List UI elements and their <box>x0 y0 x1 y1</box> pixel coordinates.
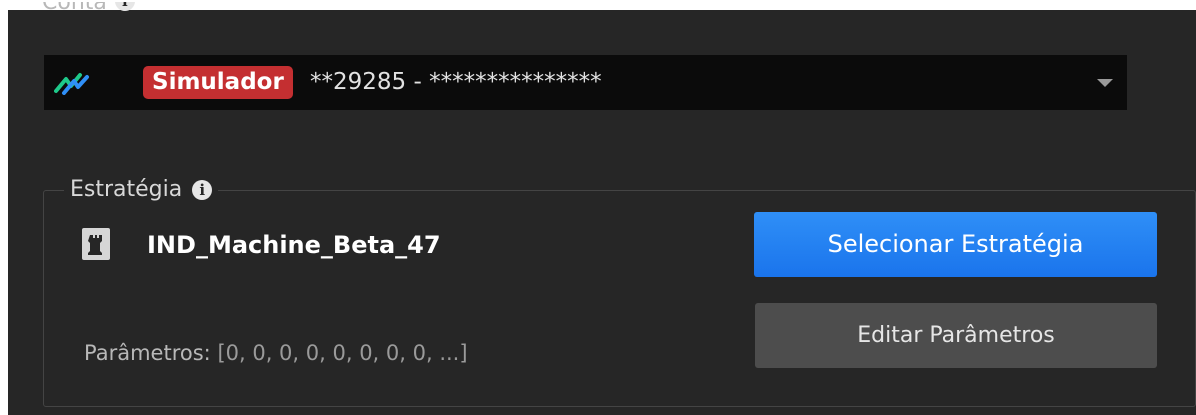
parameters-value: [0, 0, 0, 0, 0, 0, 0, 0, ...] <box>217 341 468 365</box>
strategy-group-legend: Estratégia i <box>64 174 219 206</box>
rook-icon <box>82 228 110 260</box>
chevron-down-icon[interactable] <box>1097 79 1113 87</box>
edit-parameters-button[interactable]: Editar Parâmetros <box>755 303 1157 368</box>
account-select[interactable]: Simulador **29285 - *************** <box>44 55 1127 110</box>
info-icon[interactable]: i <box>192 180 213 200</box>
select-strategy-button[interactable]: Selecionar Estratégia <box>754 212 1157 277</box>
lightning-logo-icon <box>54 73 89 95</box>
account-section-label: Conta <box>42 2 107 15</box>
account-section-header: Conta i <box>42 2 135 20</box>
parameters-label: Parâmetros: <box>84 341 211 365</box>
simulator-badge: Simulador <box>143 66 293 99</box>
info-icon[interactable]: i <box>114 2 135 11</box>
strategy-section-label: Estratégia <box>70 177 183 202</box>
strategy-name: IND_Machine_Beta_47 <box>147 231 441 259</box>
account-number: **29285 - *************** <box>310 69 602 95</box>
parameters-summary: Parâmetros: [0, 0, 0, 0, 0, 0, 0, 0, ...… <box>84 337 468 369</box>
